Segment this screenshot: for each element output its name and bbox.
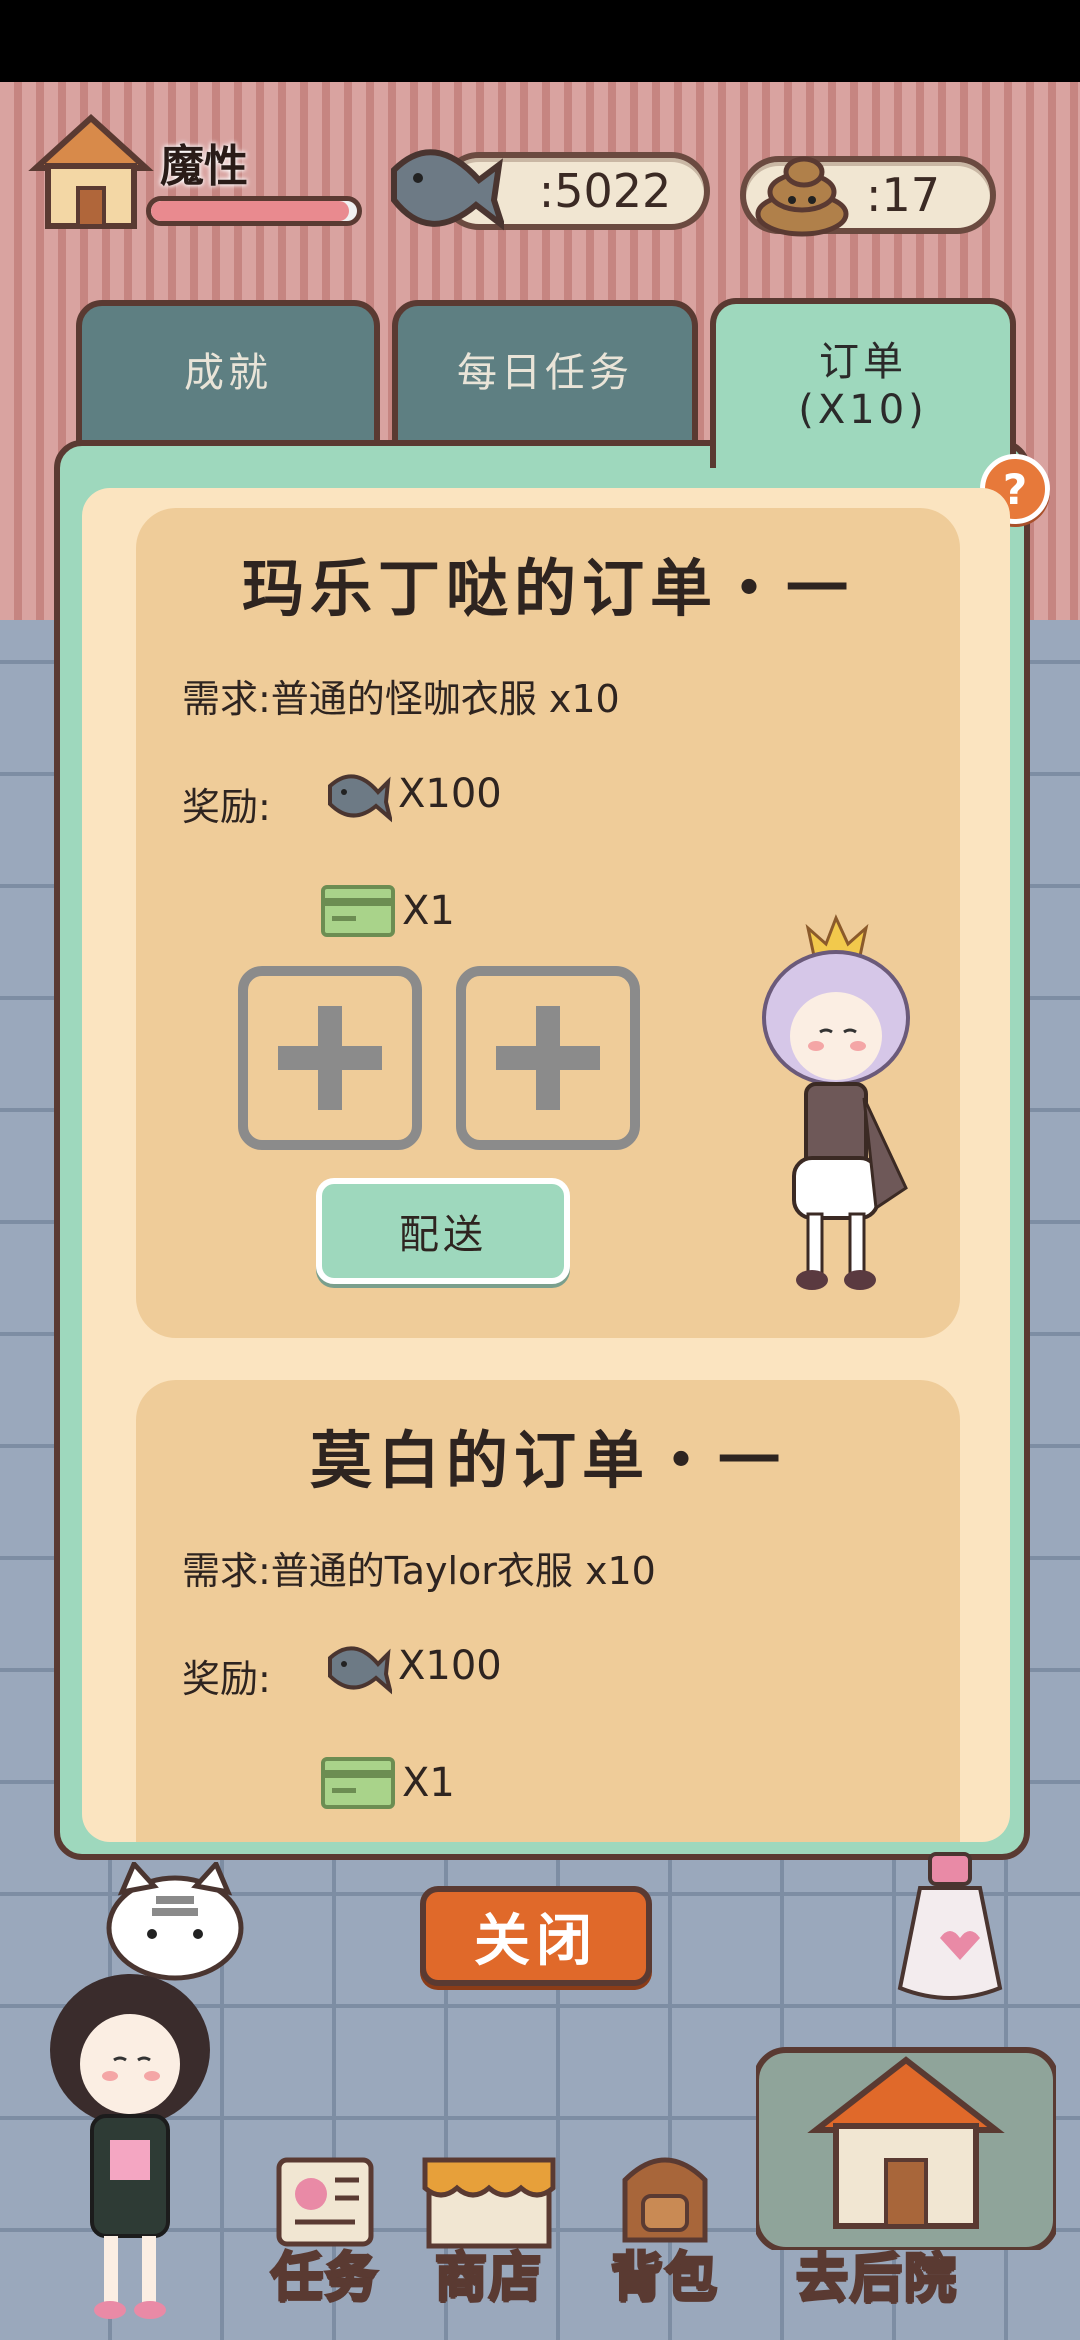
reward-ticket: X1	[320, 1756, 455, 1810]
fish-icon	[328, 1646, 392, 1695]
reward-ticket-amount: X1	[402, 1760, 455, 1806]
status-bar	[0, 0, 1080, 82]
potion-bottle-decoration	[897, 1852, 1003, 2000]
plus-icon	[496, 1006, 600, 1110]
reward-label: 奖励:	[182, 1657, 271, 1701]
nav-tasks-button[interactable]: 任务	[250, 2150, 400, 2310]
reward-fish: X100	[326, 764, 502, 824]
tab-daily-tasks-label: 每日任务	[457, 350, 633, 396]
hp-bar	[146, 196, 362, 226]
plus-icon	[278, 1006, 382, 1110]
fish-count: :5022	[538, 164, 672, 218]
home-icon[interactable]	[26, 108, 156, 238]
close-label: 关闭	[474, 1908, 598, 1974]
reward-ticket-amount: X1	[402, 888, 455, 934]
deliver-label: 配送	[399, 1212, 487, 1258]
poop-count: :17	[865, 168, 941, 222]
player-avatar-character	[50, 1974, 210, 2319]
order-list[interactable]: 玛乐丁哒的订单・一 需求:普通的怪咖衣服 x10 奖励: X100 X1 配送 …	[82, 488, 1010, 1842]
order-requirement: 需求:普通的怪咖衣服 x10	[182, 677, 620, 721]
shop-awning-icon	[422, 2157, 556, 2249]
order-requirement: 需求:普通的Taylor衣服 x10	[182, 1549, 656, 1593]
reward-fish: X100	[326, 1636, 502, 1696]
clothing-slot[interactable]	[238, 966, 422, 1150]
nav-backyard-button[interactable]: 去后院	[756, 2030, 1056, 2320]
close-button[interactable]: 关闭	[420, 1886, 652, 1986]
tab-daily-tasks[interactable]: 每日任务	[392, 300, 698, 446]
deliver-button[interactable]: 配送	[316, 1178, 570, 1284]
order-card: 莫白的订单・一 需求:普通的Taylor衣服 x10 奖励: X100 X1	[136, 1380, 960, 1842]
tab-orders[interactable]: 订单 (X10)	[710, 298, 1016, 468]
reward-fish-amount: X100	[398, 771, 502, 817]
ticket-icon	[321, 885, 395, 937]
nav-backyard-label: 去后院	[794, 2248, 959, 2311]
order-title: 玛乐丁哒的订单・一	[241, 552, 854, 625]
order-card: 玛乐丁哒的订单・一 需求:普通的怪咖衣服 x10 奖励: X100 X1 配送	[136, 508, 960, 1338]
clothing-slot[interactable]	[456, 966, 640, 1150]
hp-bar-fill	[151, 201, 349, 221]
player-name: 魔性	[160, 141, 248, 192]
backyard-house-icon	[756, 2047, 1056, 2250]
fish-icon	[391, 149, 504, 231]
reward-label: 奖励:	[182, 785, 271, 829]
tab-orders-label: 订单 (X10)	[798, 339, 928, 433]
poop-icon	[755, 156, 849, 237]
reward-fish-amount: X100	[398, 1643, 502, 1689]
task-scroll-icon	[276, 2157, 374, 2247]
tab-achievements[interactable]: 成就	[76, 300, 380, 446]
tab-achievements-label: 成就	[184, 350, 272, 396]
customer-character	[762, 914, 910, 1290]
nav-bag-button[interactable]: 背包	[590, 2150, 740, 2310]
backpack-icon	[622, 2157, 708, 2243]
reward-ticket: X1	[320, 884, 455, 938]
ticket-icon	[321, 1757, 395, 1809]
order-title: 莫白的订单・一	[309, 1424, 786, 1497]
nav-shop-button[interactable]: 商店	[414, 2150, 564, 2310]
fish-icon	[328, 774, 392, 823]
